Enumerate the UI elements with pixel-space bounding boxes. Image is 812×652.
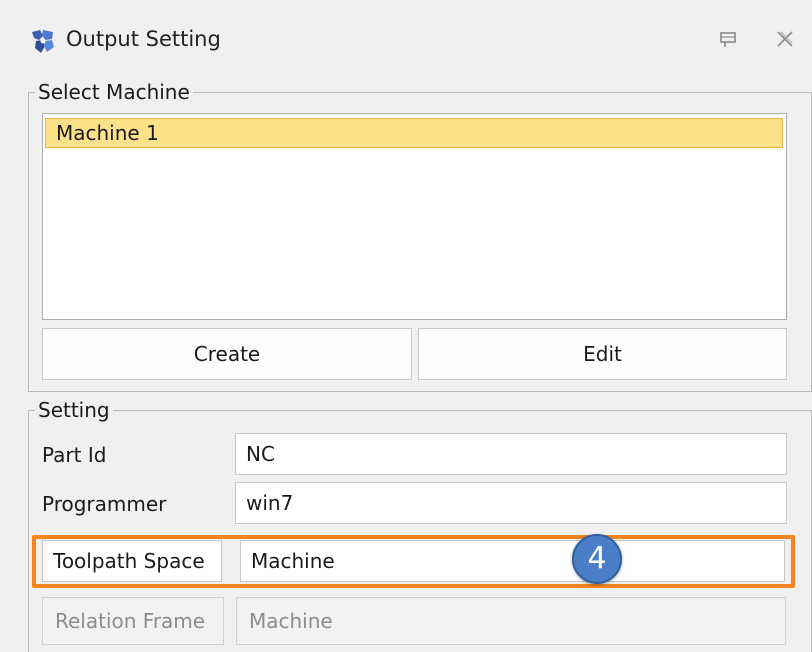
close-icon[interactable] (774, 28, 796, 50)
relation-frame-label: Relation Frame (42, 597, 224, 645)
edit-button[interactable]: Edit (418, 328, 787, 380)
app-logo-icon (32, 30, 54, 53)
setting-legend: Setting (35, 395, 113, 425)
create-button[interactable]: Create (42, 328, 412, 380)
programmer-label: Programmer (42, 492, 167, 516)
relation-frame-input: Machine (236, 597, 786, 645)
pin-icon[interactable] (718, 28, 740, 50)
title-bar: Output Setting (0, 0, 812, 80)
machine-list[interactable]: Machine 1 (42, 113, 787, 320)
step-badge: 4 (572, 534, 622, 584)
window-title: Output Setting (66, 27, 221, 51)
machine-list-item-selected[interactable]: Machine 1 (45, 118, 783, 148)
toolpath-space-highlight (32, 535, 795, 588)
programmer-input[interactable]: win7 (235, 482, 787, 524)
part-id-label: Part Id (42, 443, 107, 467)
select-machine-legend: Select Machine (35, 77, 193, 107)
part-id-input[interactable]: NC (235, 433, 787, 475)
